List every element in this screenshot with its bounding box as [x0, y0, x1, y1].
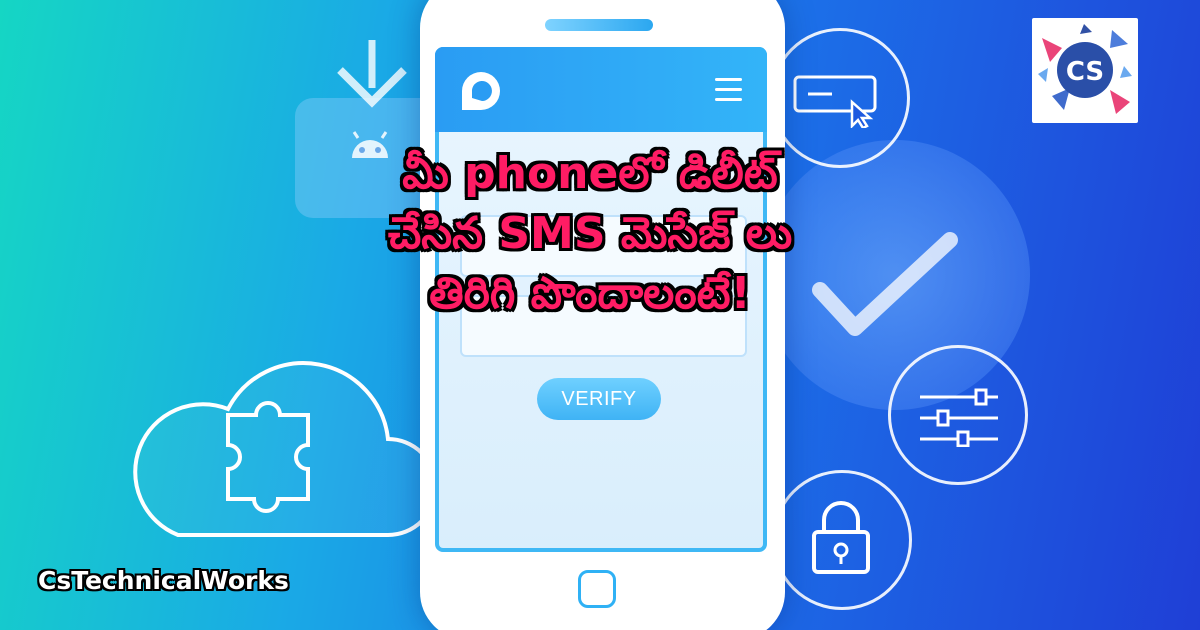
sliders-icon [920, 388, 998, 447]
lock-icon [812, 501, 870, 574]
verify-button[interactable]: VERIFY [537, 378, 661, 420]
headline-line-1: మీ phoneలో డిలీట్ [402, 148, 778, 199]
brand-name: CsTechnicalWorks [38, 566, 289, 595]
channel-logo-text: CS [1066, 57, 1104, 87]
cloud-icon [133, 361, 438, 537]
headline: మీ phoneలో డిలీట్ చేసిన SMS మెసేజ్ లు తి… [240, 140, 940, 332]
headline-line-2: చేసిన SMS మెసేజ్ లు [387, 208, 793, 259]
phone-speaker [545, 19, 653, 31]
browser-cursor-icon [793, 75, 877, 128]
thumbnail-canvas: VERIFY CS మీ phoneలో డిలీట్ చేసిన SMS మె… [0, 0, 1200, 630]
channel-logo: CS [1032, 18, 1138, 123]
download-arrow-icon [337, 40, 407, 108]
headline-line-3: తిరిగి పొందాలంటే! [429, 268, 751, 319]
hamburger-menu-icon[interactable] [715, 78, 742, 102]
app-logo-icon [462, 72, 500, 110]
phone-home-button[interactable] [578, 570, 616, 608]
